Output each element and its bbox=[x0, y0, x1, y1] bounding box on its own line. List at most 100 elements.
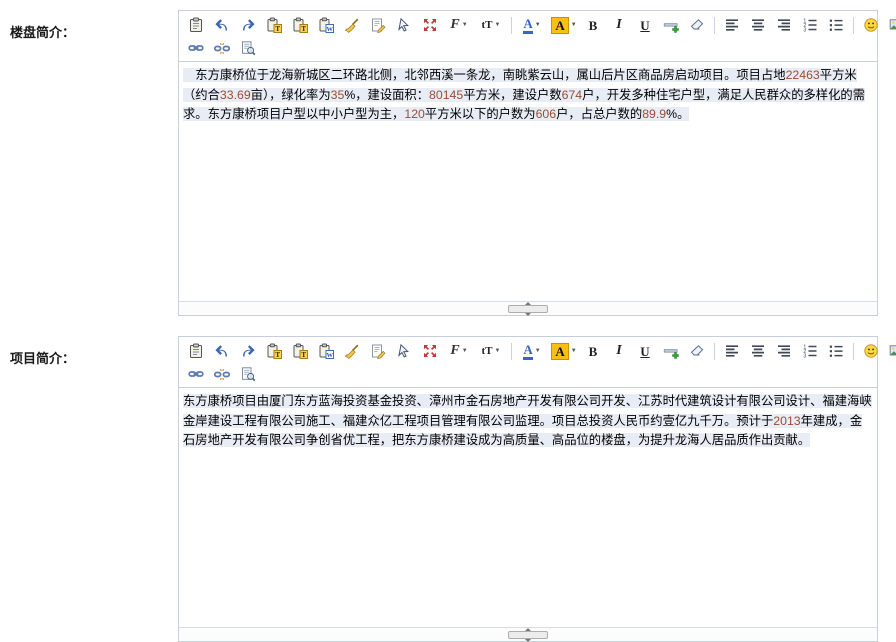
unlink-icon[interactable] bbox=[210, 363, 234, 385]
insert-image-icon[interactable] bbox=[885, 14, 896, 36]
paste-text-icon[interactable] bbox=[262, 340, 286, 362]
toolbar-row-1: F▼tT▼A▼A▼BIU bbox=[183, 339, 873, 363]
unlink-icon[interactable] bbox=[210, 37, 234, 59]
highlighted-text: 东方康桥位于龙海新城区二环路北侧，北邻西溪一条龙，南眺紫云山，属山后片区商品房启… bbox=[183, 68, 865, 121]
paste-word-icon[interactable] bbox=[314, 14, 338, 36]
numeric-value: 80145 bbox=[429, 88, 463, 102]
unordered-list-icon[interactable] bbox=[824, 14, 848, 36]
toolbar-row-2 bbox=[183, 37, 873, 59]
numeric-value: 120 bbox=[404, 107, 425, 121]
underline-icon[interactable]: U bbox=[633, 340, 657, 362]
fullscreen-icon[interactable] bbox=[418, 340, 442, 362]
toolbar-separator bbox=[714, 343, 715, 360]
italic-icon[interactable]: I bbox=[607, 340, 631, 362]
insert-hr-icon[interactable] bbox=[659, 340, 683, 362]
italic-icon[interactable]: I bbox=[607, 14, 631, 36]
dropdown-arrow-icon: ▼ bbox=[462, 22, 468, 28]
emoticon-icon[interactable] bbox=[859, 14, 883, 36]
link-icon[interactable] bbox=[184, 363, 208, 385]
align-center-icon[interactable] bbox=[746, 14, 770, 36]
resize-handle[interactable] bbox=[508, 631, 548, 639]
font-size-icon[interactable]: tT▼ bbox=[476, 340, 506, 362]
ordered-list-icon[interactable] bbox=[798, 14, 822, 36]
align-left-icon[interactable] bbox=[720, 14, 744, 36]
editor-toolbar: F▼tT▼A▼A▼BIU bbox=[179, 11, 877, 62]
toolbar-separator bbox=[714, 17, 715, 34]
font-family-icon[interactable]: F▼ bbox=[444, 14, 474, 36]
dropdown-arrow-icon: ▼ bbox=[571, 348, 577, 354]
project-intro-text: 东方康桥项目由厦门东方蓝海投资基金投资、漳州市金石房地产开发有限公司开发、江苏时… bbox=[183, 392, 873, 451]
emoticon-icon[interactable] bbox=[859, 340, 883, 362]
paste-text-icon[interactable] bbox=[262, 14, 286, 36]
numeric-value: 606 bbox=[536, 107, 557, 121]
numeric-value: 2013 bbox=[773, 414, 800, 428]
insert-image-icon[interactable] bbox=[885, 340, 896, 362]
select-icon[interactable] bbox=[392, 14, 416, 36]
edit-note-icon[interactable] bbox=[366, 14, 390, 36]
redo-icon[interactable] bbox=[236, 340, 260, 362]
dropdown-arrow-icon: ▼ bbox=[535, 22, 541, 28]
preview-icon[interactable] bbox=[236, 363, 260, 385]
paste-word-icon[interactable] bbox=[314, 340, 338, 362]
project-intro-label: 项目简介： bbox=[0, 336, 178, 367]
building-intro-editor: F▼tT▼A▼A▼BIU 东方康桥位于龙海新城区二环路北侧，北邻西溪一条龙，南眺… bbox=[178, 10, 878, 316]
underline-icon[interactable]: U bbox=[633, 14, 657, 36]
remove-format-icon[interactable] bbox=[685, 340, 709, 362]
paste-icon[interactable] bbox=[184, 340, 208, 362]
property-edit-form: 楼盘简介： F▼tT▼A▼A▼BIU 东方康桥位于龙海新城区二环路北侧，北邻西溪… bbox=[0, 0, 896, 642]
editor-resize-bar bbox=[179, 302, 877, 315]
font-size-icon[interactable]: tT▼ bbox=[476, 14, 506, 36]
numeric-value: 35 bbox=[331, 88, 345, 102]
fullscreen-icon[interactable] bbox=[418, 14, 442, 36]
undo-icon[interactable] bbox=[210, 14, 234, 36]
align-center-icon[interactable] bbox=[746, 340, 770, 362]
toolbar-row-1: F▼tT▼A▼A▼BIU bbox=[183, 13, 873, 37]
link-icon[interactable] bbox=[184, 37, 208, 59]
edit-note-icon[interactable] bbox=[366, 340, 390, 362]
paste-plain-text-icon[interactable] bbox=[288, 14, 312, 36]
paste-icon[interactable] bbox=[184, 14, 208, 36]
dropdown-arrow-icon: ▼ bbox=[495, 22, 501, 28]
resize-handle[interactable] bbox=[508, 305, 548, 313]
format-brush-icon[interactable] bbox=[340, 14, 364, 36]
field-project-intro: 项目简介： F▼tT▼A▼A▼BIU 东方康桥项目由厦门东方蓝海投资基金投资、漳… bbox=[0, 336, 896, 642]
preview-icon[interactable] bbox=[236, 37, 260, 59]
building-intro-label: 楼盘简介： bbox=[0, 10, 178, 41]
project-intro-editor: F▼tT▼A▼A▼BIU 东方康桥项目由厦门东方蓝海投资基金投资、漳州市金石房地… bbox=[178, 336, 878, 642]
dropdown-arrow-icon: ▼ bbox=[462, 348, 468, 354]
highlight-color-icon[interactable]: A▼ bbox=[549, 14, 579, 36]
numeric-value: 674 bbox=[562, 88, 583, 102]
toolbar-separator bbox=[511, 17, 512, 34]
redo-icon[interactable] bbox=[236, 14, 260, 36]
bold-icon[interactable]: B bbox=[581, 340, 605, 362]
align-right-icon[interactable] bbox=[772, 340, 796, 362]
undo-icon[interactable] bbox=[210, 340, 234, 362]
bold-icon[interactable]: B bbox=[581, 14, 605, 36]
insert-hr-icon[interactable] bbox=[659, 14, 683, 36]
toolbar-separator bbox=[853, 343, 854, 360]
building-intro-textarea[interactable]: 东方康桥位于龙海新城区二环路北侧，北邻西溪一条龙，南眺紫云山，属山后片区商品房启… bbox=[179, 62, 877, 302]
dropdown-arrow-icon: ▼ bbox=[495, 348, 501, 354]
text-color-icon[interactable]: A▼ bbox=[517, 14, 547, 36]
editor-resize-bar bbox=[179, 628, 877, 641]
remove-format-icon[interactable] bbox=[685, 14, 709, 36]
toolbar-separator bbox=[853, 17, 854, 34]
paste-plain-text-icon[interactable] bbox=[288, 340, 312, 362]
select-icon[interactable] bbox=[392, 340, 416, 362]
format-brush-icon[interactable] bbox=[340, 340, 364, 362]
align-left-icon[interactable] bbox=[720, 340, 744, 362]
numeric-value: 33.69 bbox=[220, 88, 251, 102]
unordered-list-icon[interactable] bbox=[824, 340, 848, 362]
field-building-intro: 楼盘简介： F▼tT▼A▼A▼BIU 东方康桥位于龙海新城区二环路北侧，北邻西溪… bbox=[0, 10, 896, 316]
align-right-icon[interactable] bbox=[772, 14, 796, 36]
project-intro-textarea[interactable]: 东方康桥项目由厦门东方蓝海投资基金投资、漳州市金石房地产开发有限公司开发、江苏时… bbox=[179, 388, 877, 628]
ordered-list-icon[interactable] bbox=[798, 340, 822, 362]
numeric-value: 22463 bbox=[786, 68, 820, 82]
toolbar-separator bbox=[511, 343, 512, 360]
editor-toolbar: F▼tT▼A▼A▼BIU bbox=[179, 337, 877, 388]
font-family-icon[interactable]: F▼ bbox=[444, 340, 474, 362]
highlight-color-icon[interactable]: A▼ bbox=[549, 340, 579, 362]
text-color-icon[interactable]: A▼ bbox=[517, 340, 547, 362]
building-intro-text: 东方康桥位于龙海新城区二环路北侧，北邻西溪一条龙，南眺紫云山，属山后片区商品房启… bbox=[183, 66, 873, 125]
highlighted-text: 东方康桥项目由厦门东方蓝海投资基金投资、漳州市金石房地产开发有限公司开发、江苏时… bbox=[183, 394, 872, 447]
